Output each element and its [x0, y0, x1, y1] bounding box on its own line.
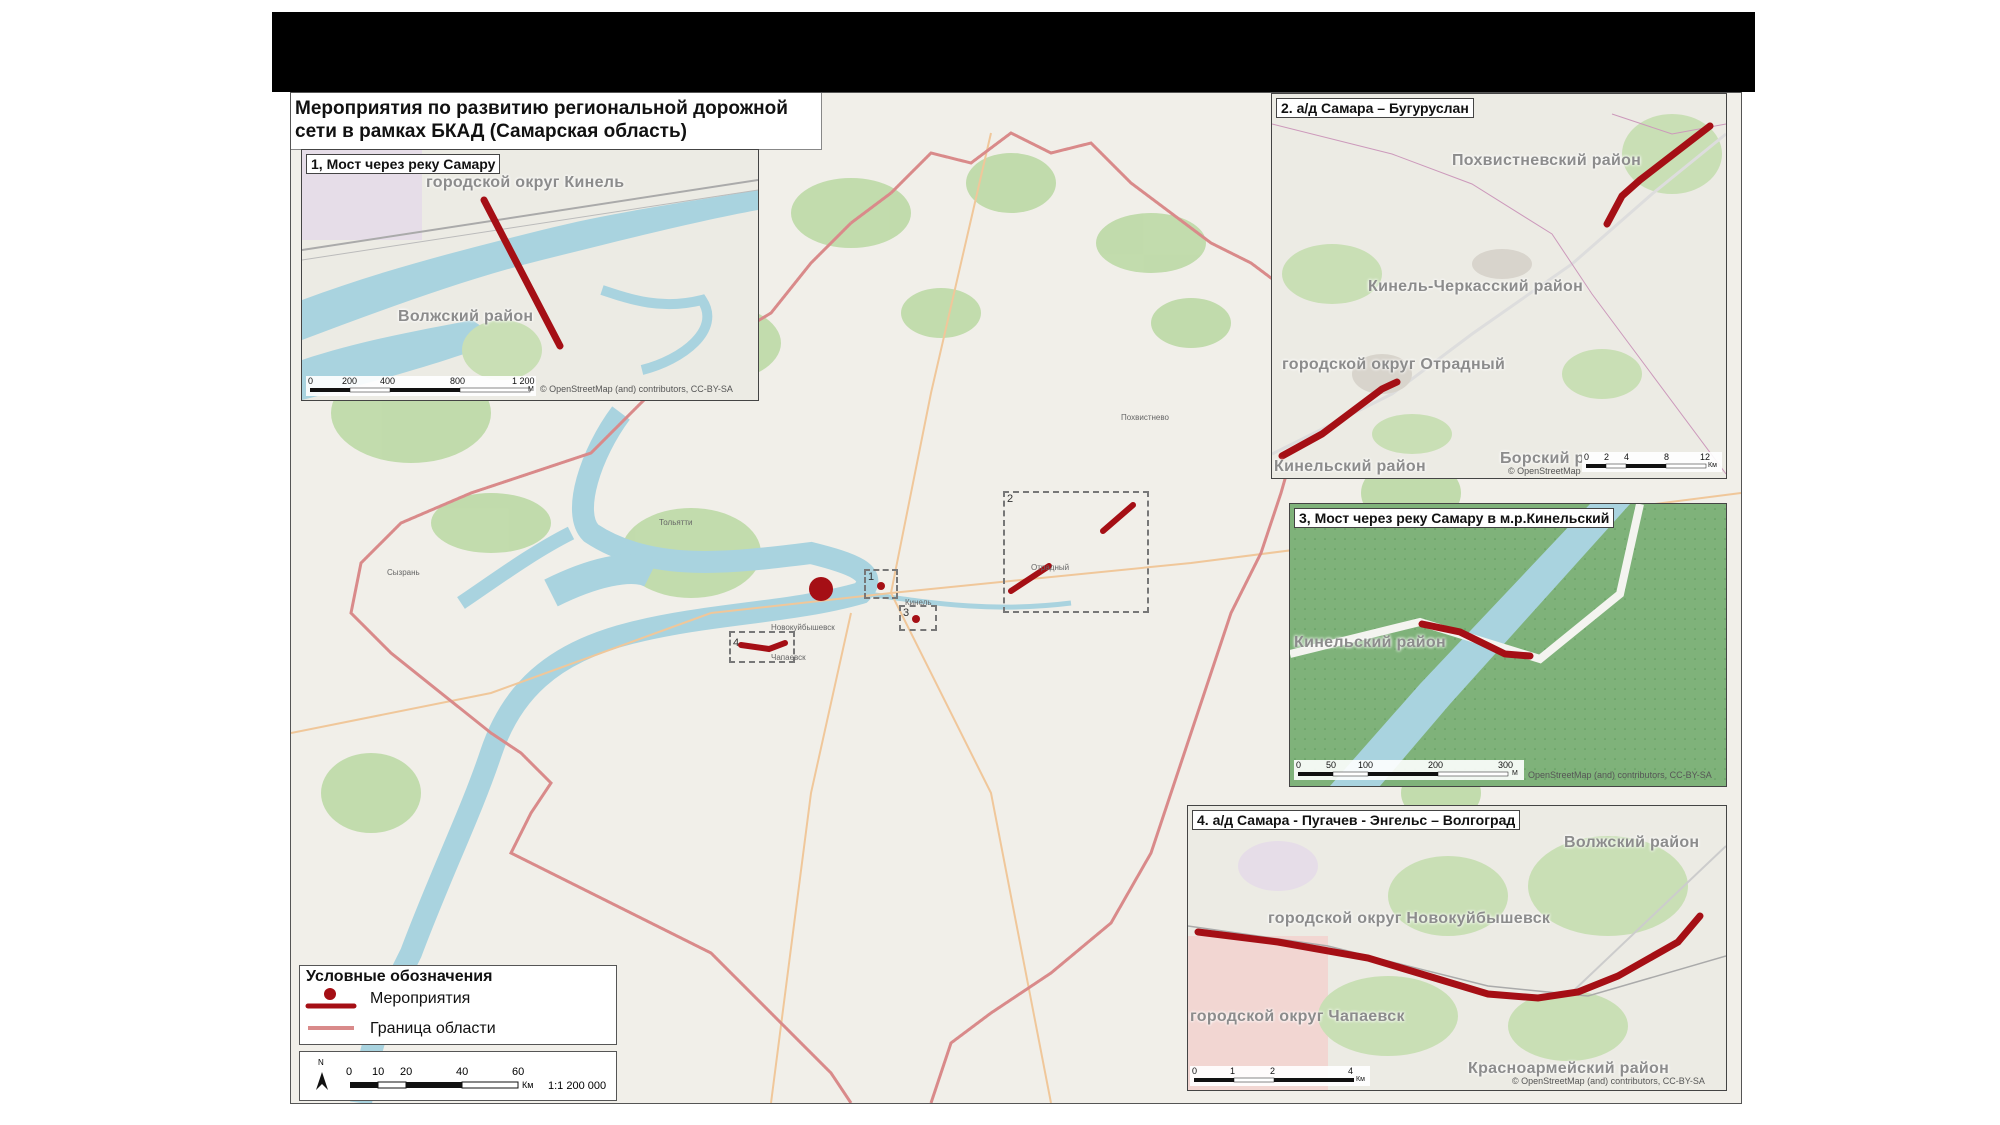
town-label: Сызрань — [387, 568, 420, 577]
inset-1[interactable]: 1, Мост через реку Самару городской окру… — [301, 149, 759, 401]
scale-tick: 100 — [1358, 760, 1374, 770]
inset-4[interactable]: 4. а/д Самара - Пугачев - Энгельс – Волг… — [1187, 805, 1727, 1091]
scale-tick: 20 — [400, 1066, 413, 1078]
inset-3-scalebar: 0 50 100 200 300 М — [1294, 760, 1524, 780]
scale-tick: 400 — [380, 376, 396, 386]
scale-unit: М — [1512, 770, 1518, 777]
place-label: городской округ Кинель — [426, 174, 625, 191]
scale-tick: 4 — [1348, 1066, 1354, 1076]
inset-2-label: 2. а/д Самара – Бугуруслан — [1276, 98, 1474, 118]
copyright: © OpenStreetMap — [1508, 466, 1581, 476]
scale-tick: 60 — [512, 1066, 525, 1078]
scale-tick: 4 — [1624, 452, 1630, 462]
copyright: OpenStreetMap (and) contributors, CC-BY-… — [1528, 770, 1712, 780]
place-label: Кинель-Черкасский район — [1368, 278, 1584, 295]
scale-tick: 0 — [346, 1066, 353, 1078]
box-number: 4 — [733, 637, 740, 649]
map-title: Мероприятия по развитию региональной дор… — [291, 93, 822, 150]
place-label: Кинельский район — [1294, 634, 1446, 651]
scale-tick: 12 — [1700, 452, 1711, 462]
north-label: N — [318, 1058, 324, 1067]
scale-tick: 2 — [1270, 1066, 1276, 1076]
title-line-1: Мероприятия по развитию региональной дор… — [295, 98, 788, 119]
inset-3-label: 3, Мост через реку Самару в м.р.Кинельск… — [1294, 508, 1615, 528]
town-label: Отрадный — [1031, 563, 1070, 572]
legend-item-projects: Мероприятия — [370, 990, 471, 1007]
inset-2[interactable]: 2. а/д Самара – Бугуруслан Похвистневски… — [1271, 93, 1727, 479]
inset-2-scalebar: 0 2 4 8 12 Км — [1582, 452, 1722, 472]
inset-1-scalebar: 0 200 400 800 1 200 М — [306, 376, 536, 396]
inset-1-label: 1, Мост через реку Самару — [306, 154, 501, 174]
inset-3[interactable]: 3, Мост через реку Самару в м.р.Кинельск… — [1289, 503, 1727, 787]
box-number: 1 — [868, 571, 875, 583]
scale-tick: 50 — [1326, 760, 1337, 770]
place-label: городской округ Отрадный — [1282, 356, 1506, 373]
place-label: Волжский район — [1564, 834, 1700, 851]
box-number: 2 — [1007, 493, 1014, 505]
inset-box-1[interactable]: 1 — [864, 569, 898, 599]
redaction-bar — [272, 12, 1755, 92]
box-number: 3 — [903, 607, 910, 619]
town-label: Новокуйбышевск — [771, 623, 835, 632]
legend-item-border: Граница области — [370, 1020, 496, 1037]
place-label: Волжский район — [398, 308, 534, 325]
scale-tick: 40 — [456, 1066, 469, 1078]
scale-unit: М — [528, 386, 534, 393]
scale-tick: 300 — [1498, 760, 1514, 770]
title-line-2: сети в рамках БКАД (Самарская область) — [295, 121, 687, 142]
copyright: © OpenStreetMap (and) contributors, CC-B… — [540, 384, 733, 394]
place-label: Похвистневский район — [1452, 152, 1642, 169]
scale-tick: 10 — [372, 1066, 385, 1078]
inset-4-scalebar: 0 1 2 4 Км — [1190, 1066, 1370, 1086]
inset-4-label: 4. а/д Самара - Пугачев - Энгельс – Волг… — [1192, 810, 1521, 830]
inset-box-2[interactable]: 2 — [1003, 491, 1149, 613]
scale-unit: Км — [522, 1080, 534, 1090]
scale-tick: 1 — [1230, 1066, 1236, 1076]
scale-ratio: 1:1 200 000 — [548, 1080, 607, 1092]
place-label: городской округ Чапаевск — [1190, 1008, 1405, 1025]
copyright: © OpenStreetMap (and) contributors, CC-B… — [1512, 1076, 1705, 1086]
town-label: Тольятти — [659, 518, 693, 527]
scale-tick: 0 — [308, 376, 314, 386]
town-label: Похвистнево — [1121, 413, 1169, 422]
town-label: Чапаевск — [771, 653, 806, 662]
place-label: Кинельский район — [1274, 458, 1426, 475]
map-frame[interactable]: 1 2 3 4 Тольятти Похвистнево Отрадный Ки… — [290, 92, 1742, 1104]
scale-tick: 200 — [1428, 760, 1444, 770]
scale-tick: 0 — [1296, 760, 1302, 770]
place-label: городской округ Новокуйбышевск — [1268, 910, 1551, 927]
scale-tick: 2 — [1604, 452, 1610, 462]
scale-tick: 0 — [1192, 1066, 1198, 1076]
inset-box-3[interactable]: 3 — [899, 605, 937, 631]
town-label: Кинель — [905, 598, 932, 607]
scale-tick: 0 — [1584, 452, 1590, 462]
main-scale: N 0 10 20 40 60 Км 1:1 200 000 — [299, 1051, 617, 1101]
scale-tick: 200 — [342, 376, 358, 386]
scale-unit: Км — [1708, 462, 1717, 469]
legend: Условные обозначения Мероприятия Граница… — [299, 965, 617, 1045]
scale-tick: 800 — [450, 376, 466, 386]
scale-tick: 8 — [1664, 452, 1670, 462]
legend-symbols — [305, 988, 357, 1030]
scale-unit: Км — [1356, 1076, 1365, 1083]
scale-tick: 1 200 — [512, 376, 535, 386]
